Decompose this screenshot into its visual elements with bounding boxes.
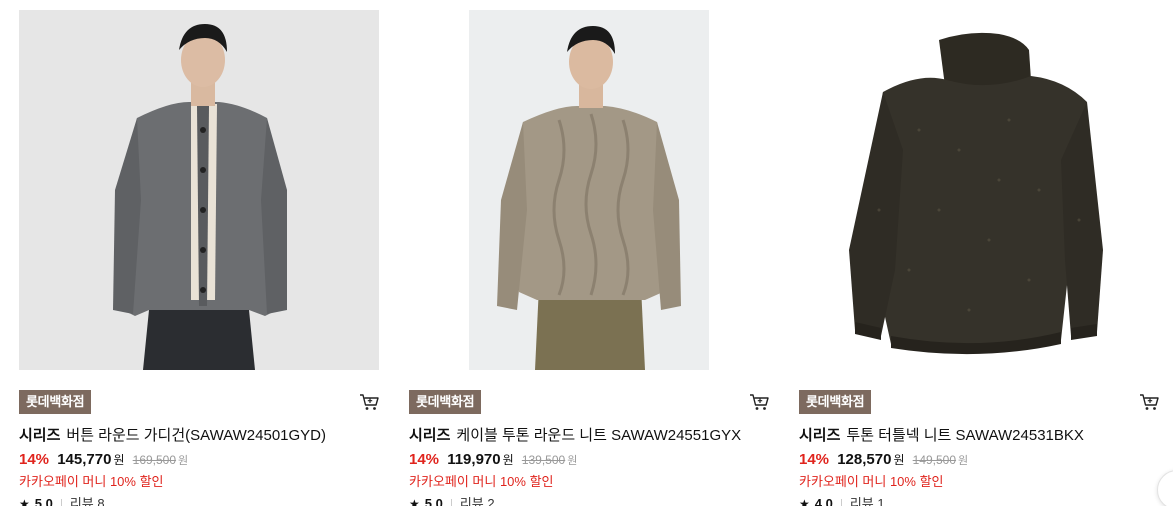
review-count: 리뷰 8 — [69, 496, 105, 506]
product-name: 투톤 터틀넥 니트 SAWAW24531BKX — [846, 427, 1084, 444]
sale-price: 145,770 — [57, 451, 112, 468]
cart-icon — [750, 394, 769, 410]
product-card[interactable]: 롯데백화점 시리즈 케이블 투톤 라운드 니트 SAWAW24551GYX 14%… — [409, 10, 769, 506]
price-row: 14% 128,570 원 149,500 원 — [799, 450, 1159, 471]
product-image[interactable] — [799, 10, 1159, 370]
scroll-to-top-button[interactable] — [1157, 470, 1173, 506]
product-image[interactable] — [409, 10, 769, 370]
review-count: 리뷰 1 — [849, 496, 885, 506]
product-name: 버튼 라운드 가디건(SAWAW24501GYD) — [66, 427, 327, 444]
product-name: 케이블 투톤 라운드 니트 SAWAW24551GYX — [456, 427, 742, 444]
add-to-cart-button[interactable] — [1139, 392, 1161, 412]
promo-text: 카카오페이 머니 10% 할인 — [19, 474, 164, 489]
product-title[interactable]: 시리즈 버튼 라운드 가디건(SAWAW24501GYD) — [19, 426, 379, 446]
product-card[interactable]: 롯데백화점 시리즈 투톤 터틀넥 니트 SAWAW24531BKX 14% 128… — [799, 10, 1159, 506]
beige-cable-knit-model-photo — [469, 10, 709, 370]
currency-unit: 원 — [893, 453, 905, 467]
original-price: 149,500 — [912, 453, 957, 467]
rating-row: ★ 5.0 리뷰 2 — [409, 495, 769, 506]
series-label: 시리즈 — [799, 427, 841, 444]
brand-badge: 롯데백화점 — [799, 390, 872, 414]
star-icon: ★ — [799, 497, 810, 506]
meta-row: 롯데백화점 — [19, 390, 379, 416]
discount-rate: 14% — [19, 451, 50, 468]
original-price: 139,500 — [521, 453, 566, 467]
cart-icon — [1140, 394, 1159, 410]
review-count: 리뷰 2 — [459, 496, 495, 506]
add-to-cart-button[interactable] — [749, 392, 771, 412]
cart-icon — [360, 394, 379, 410]
product-card[interactable]: 롯데백화점 시리즈 버튼 라운드 가디건(SAWAW24501GYD) 14% 1… — [19, 10, 379, 506]
product-title[interactable]: 시리즈 투톤 터틀넥 니트 SAWAW24531BKX — [799, 426, 1159, 446]
original-currency-unit: 원 — [567, 455, 578, 467]
rating-score: 5.0 — [424, 496, 443, 506]
currency-unit: 원 — [502, 453, 514, 467]
dark-turtleneck-product-photo — [849, 32, 1103, 355]
rating-score: 4.0 — [814, 496, 833, 506]
sale-price: 128,570 — [837, 451, 892, 468]
rating-row: ★ 5.0 리뷰 8 — [19, 495, 379, 506]
product-title[interactable]: 시리즈 케이블 투톤 라운드 니트 SAWAW24551GYX — [409, 426, 769, 446]
rating-row: ★ 4.0 리뷰 1 — [799, 495, 1159, 506]
meta-row: 롯데백화점 — [409, 390, 769, 416]
currency-unit: 원 — [113, 453, 125, 467]
original-currency-unit: 원 — [958, 455, 969, 467]
sale-price: 119,970 — [447, 451, 501, 468]
original-price: 169,500 — [132, 453, 177, 467]
discount-rate: 14% — [799, 451, 830, 468]
star-icon: ★ — [409, 497, 420, 506]
meta-row: 롯데백화점 — [799, 390, 1159, 416]
price-row: 14% 119,970 원 139,500 원 — [409, 450, 769, 471]
divider — [60, 498, 62, 506]
price-row: 14% 145,770 원 169,500 원 — [19, 450, 379, 471]
product-grid: 롯데백화점 시리즈 버튼 라운드 가디건(SAWAW24501GYD) 14% 1… — [0, 0, 1173, 506]
promo-text: 카카오페이 머니 10% 할인 — [799, 474, 944, 489]
divider — [840, 498, 842, 506]
divider — [450, 498, 452, 506]
rating-score: 5.0 — [34, 496, 53, 506]
product-image[interactable] — [19, 10, 379, 370]
add-to-cart-button[interactable] — [359, 392, 381, 412]
promo-text: 카카오페이 머니 10% 할인 — [409, 474, 554, 489]
series-label: 시리즈 — [19, 427, 61, 444]
series-label: 시리즈 — [409, 427, 451, 444]
discount-rate: 14% — [409, 451, 440, 468]
original-currency-unit: 원 — [178, 455, 189, 467]
star-icon: ★ — [19, 497, 30, 506]
brand-badge: 롯데백화점 — [19, 390, 92, 414]
brand-badge: 롯데백화점 — [409, 390, 482, 414]
gray-cardigan-model-photo — [113, 24, 287, 370]
